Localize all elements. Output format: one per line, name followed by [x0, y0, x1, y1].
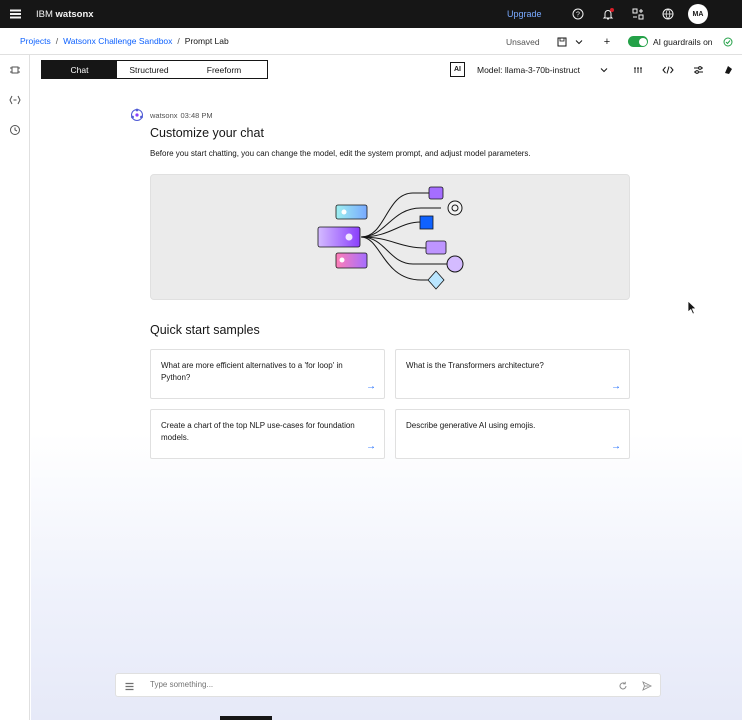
bubble-icon [317, 226, 361, 248]
flow-illustration [317, 186, 464, 290]
tab-structured[interactable]: Structured [117, 61, 181, 78]
model-selector[interactable]: Model: llama-3-70b-instruct [477, 65, 580, 75]
parameters-icon[interactable] [691, 63, 705, 77]
tab-freeform[interactable]: Freeform [181, 61, 267, 78]
arrow-right-icon: → [366, 380, 376, 392]
save-status: Unsaved [506, 37, 540, 47]
breadcrumb-separator: / [55, 36, 59, 46]
arrow-right-icon: → [366, 440, 376, 452]
chevron-down-icon[interactable] [597, 63, 611, 77]
node-square-icon [428, 186, 444, 200]
message-time: 03:48 PM [180, 110, 213, 120]
ai-badge: AI [450, 62, 465, 77]
model-label: Model: llama-3-70b-instruct [477, 65, 580, 75]
chat-input[interactable] [150, 680, 590, 689]
checkmark-circle-icon [721, 35, 735, 49]
chat-description: Before you start chatting, you can chang… [150, 149, 531, 158]
upgrade-link[interactable]: Upgrade [507, 9, 542, 19]
brand-prefix: IBM [36, 8, 53, 20]
sample-text: What are more efficient alternatives to … [161, 361, 343, 382]
menu-list-icon[interactable] [122, 679, 136, 693]
svg-text:?: ? [576, 12, 580, 19]
arrow-right-icon: → [611, 440, 621, 452]
breadcrumb-bar: Projects / Watsonx Challenge Sandbox / P… [0, 28, 742, 55]
sample-card[interactable]: Create a chart of the top NLP use-cases … [150, 409, 385, 459]
node-diamond-icon [427, 270, 445, 290]
guardrails-label: AI guardrails on [653, 37, 713, 47]
menu-icon[interactable] [0, 0, 30, 28]
sample-card[interactable]: What is the Transformers architecture? → [395, 349, 630, 399]
history-icon[interactable] [8, 123, 22, 137]
notification-icon[interactable] [600, 6, 616, 22]
variables-icon[interactable] [8, 93, 22, 107]
reset-icon[interactable] [616, 679, 630, 693]
switcher-icon[interactable] [630, 6, 646, 22]
mode-tabs: Chat Structured Freeform [41, 60, 268, 79]
save-icon[interactable] [555, 35, 569, 49]
node-target-icon [447, 200, 463, 216]
sample-card[interactable]: What are more efficient alternatives to … [150, 349, 385, 399]
send-icon[interactable] [640, 679, 654, 693]
sample-text: Describe generative AI using emojis. [406, 421, 536, 430]
breadcrumb: Projects / Watsonx Challenge Sandbox / P… [20, 36, 229, 46]
globe-icon[interactable] [660, 6, 676, 22]
code-icon[interactable] [661, 63, 675, 77]
breadcrumb-project[interactable]: Watsonx Challenge Sandbox [63, 36, 172, 46]
left-rail [0, 55, 30, 720]
top-bar: IBM watsonx Upgrade ? MA [0, 0, 742, 28]
breadcrumb-current: Prompt Lab [184, 36, 229, 46]
breadcrumb-projects[interactable]: Projects [20, 36, 51, 46]
tab-chat[interactable]: Chat [42, 61, 117, 78]
sample-text: What is the Transformers architecture? [406, 361, 544, 370]
add-button[interactable]: + [600, 35, 614, 49]
bottom-edge-bar [220, 716, 272, 720]
user-avatar[interactable]: MA [688, 4, 708, 24]
chevron-down-icon[interactable] [572, 35, 586, 49]
sample-text: Create a chart of the top NLP use-cases … [161, 421, 355, 442]
quick-start-title: Quick start samples [150, 323, 260, 337]
watsonx-bot-icon [131, 108, 143, 121]
help-icon[interactable]: ? [570, 6, 586, 22]
node-pill-icon [425, 240, 447, 255]
guardrails-toggle[interactable] [628, 36, 648, 47]
product-brand[interactable]: IBM watsonx [36, 9, 94, 20]
chat-composer [115, 673, 661, 697]
sample-card[interactable]: Describe generative AI using emojis. → [395, 409, 630, 459]
prompt-variables-icon[interactable] [8, 63, 22, 77]
bubble-icon [335, 204, 368, 220]
message-meta: watsonx 03:48 PM [130, 108, 213, 122]
token-icon[interactable] [631, 63, 645, 77]
arrow-right-icon: → [611, 380, 621, 392]
sender-name: watsonx [150, 110, 178, 120]
node-blue-square-icon [419, 215, 434, 230]
node-circle-icon [446, 255, 464, 273]
breadcrumb-separator: / [177, 36, 180, 46]
brand-name: watsonx [55, 8, 94, 20]
hero-illustration [150, 174, 630, 300]
library-icon[interactable] [721, 63, 735, 77]
mouse-pointer-icon [687, 300, 697, 315]
chat-heading: Customize your chat [150, 126, 264, 140]
